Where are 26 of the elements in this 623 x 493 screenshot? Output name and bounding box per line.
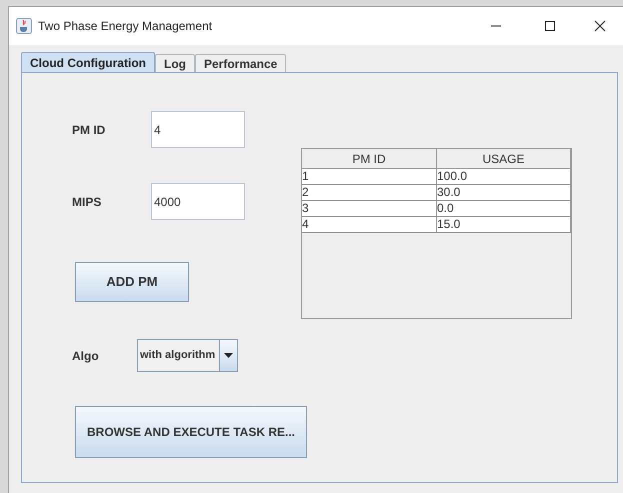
table-cell: 3: [302, 201, 437, 216]
field-label: PM ID: [72, 122, 106, 138]
close-icon: [594, 20, 606, 32]
field-label: Algo: [72, 348, 100, 364]
column-header[interactable]: PM ID: [302, 149, 437, 169]
tab[interactable]: Performance: [194, 54, 286, 72]
tab[interactable]: Cloud Configuration: [21, 52, 155, 72]
window-title: Two Phase Energy Management: [38, 18, 212, 35]
app-icon: [16, 18, 32, 34]
algorithm-dropdown[interactable]: with algorithm: [137, 339, 238, 372]
table-cell: 15.0: [437, 217, 571, 232]
table-cell: 1: [302, 169, 437, 184]
maximize-icon: [544, 20, 556, 32]
table-cell: 30.0: [437, 185, 571, 200]
input-field[interactable]: 4: [151, 111, 245, 148]
input-field[interactable]: 4000: [151, 183, 245, 220]
table-cell: 100.0: [437, 169, 571, 184]
table-cell: 2: [302, 185, 437, 200]
table-cell: 4: [302, 217, 437, 232]
table-cell: 0.0: [437, 201, 571, 216]
execute-button[interactable]: BROWSE AND EXECUTE TASK RE...: [75, 406, 307, 458]
add-button[interactable]: ADD PM: [75, 262, 189, 302]
tab[interactable]: Log: [154, 54, 195, 72]
field-label: MIPS: [72, 194, 102, 210]
column-header[interactable]: USAGE: [437, 149, 571, 169]
caret-icon: [224, 353, 233, 358]
